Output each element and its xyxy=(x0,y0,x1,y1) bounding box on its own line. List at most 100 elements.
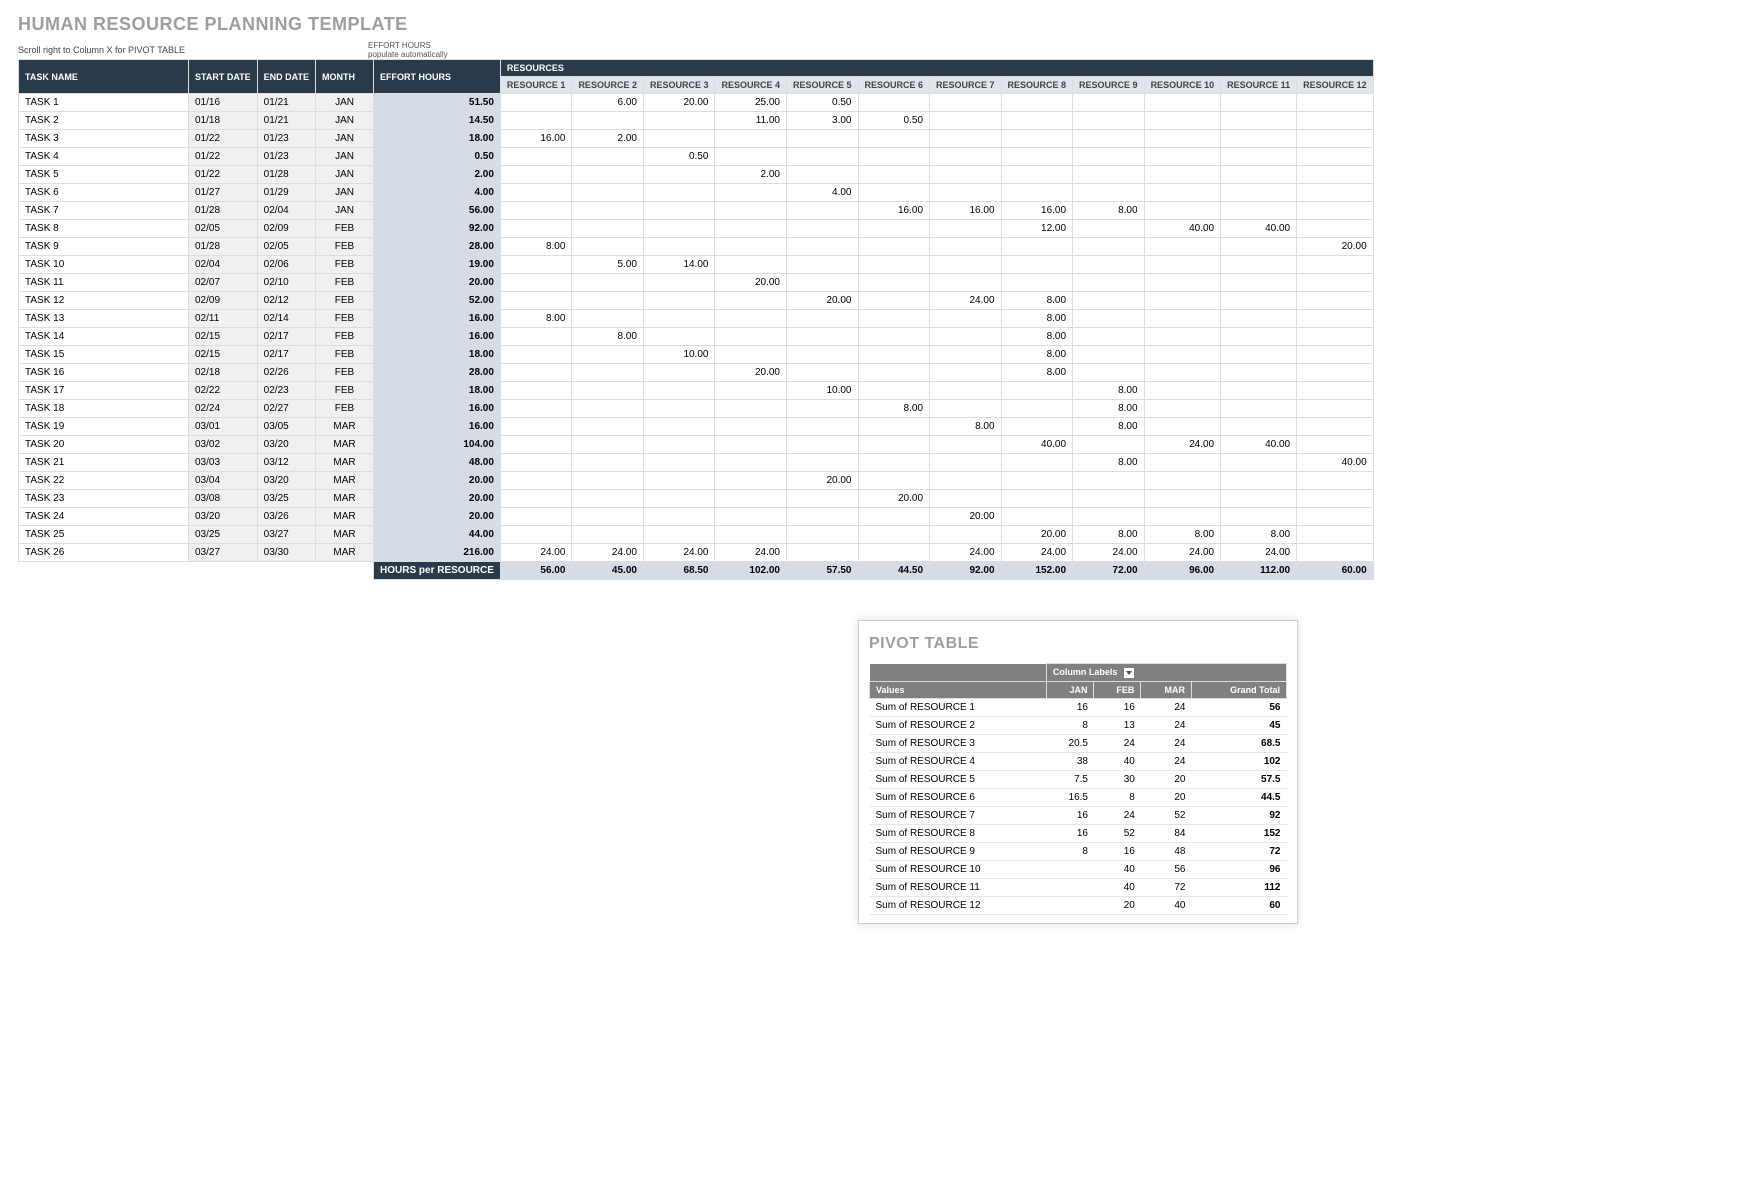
resource-cell[interactable] xyxy=(1221,112,1297,130)
month-cell[interactable]: MAR xyxy=(316,490,374,508)
end-date-cell[interactable]: 01/21 xyxy=(257,112,315,130)
resource-cell[interactable]: 8.00 xyxy=(1001,364,1073,382)
resource-cell[interactable] xyxy=(643,472,715,490)
task-name-cell[interactable]: TASK 10 xyxy=(19,256,189,274)
resource-cell[interactable] xyxy=(858,256,930,274)
resource-cell[interactable] xyxy=(1073,490,1145,508)
start-date-cell[interactable]: 02/24 xyxy=(189,400,258,418)
end-date-cell[interactable]: 02/14 xyxy=(257,310,315,328)
resource-cell[interactable] xyxy=(1144,328,1221,346)
month-cell[interactable]: JAN xyxy=(316,112,374,130)
resource-cell[interactable] xyxy=(1001,274,1073,292)
resource-cell[interactable]: 24.00 xyxy=(1221,544,1297,562)
resource-cell[interactable] xyxy=(1221,130,1297,148)
month-cell[interactable]: MAR xyxy=(316,526,374,544)
resource-cell[interactable] xyxy=(858,274,930,292)
resource-cell[interactable] xyxy=(1221,454,1297,472)
resource-cell[interactable] xyxy=(572,526,644,544)
task-name-cell[interactable]: TASK 11 xyxy=(19,274,189,292)
resource-cell[interactable] xyxy=(1297,112,1374,130)
resource-cell[interactable]: 12.00 xyxy=(1001,220,1073,238)
resource-cell[interactable] xyxy=(643,508,715,526)
resource-cell[interactable] xyxy=(1144,400,1221,418)
resource-cell[interactable] xyxy=(930,274,1002,292)
resource-cell[interactable]: 8.00 xyxy=(500,238,572,256)
month-cell[interactable]: JAN xyxy=(316,94,374,112)
resource-cell[interactable] xyxy=(500,202,572,220)
month-cell[interactable]: MAR xyxy=(316,472,374,490)
resource-cell[interactable] xyxy=(858,328,930,346)
resource-cell[interactable] xyxy=(1144,346,1221,364)
resource-cell[interactable] xyxy=(858,148,930,166)
resource-cell[interactable]: 8.00 xyxy=(1073,382,1145,400)
resource-cell[interactable]: 24.00 xyxy=(1144,436,1221,454)
resource-cell[interactable] xyxy=(1001,400,1073,418)
resource-cell[interactable] xyxy=(572,238,644,256)
resource-cell[interactable] xyxy=(1221,508,1297,526)
resource-cell[interactable] xyxy=(1144,112,1221,130)
resource-cell[interactable]: 20.00 xyxy=(715,274,787,292)
resource-cell[interactable]: 4.00 xyxy=(786,184,858,202)
resource-cell[interactable] xyxy=(643,382,715,400)
resource-cell[interactable] xyxy=(1297,526,1374,544)
resource-cell[interactable] xyxy=(1144,184,1221,202)
resource-cell[interactable]: 8.00 xyxy=(1073,454,1145,472)
resource-cell[interactable] xyxy=(1221,94,1297,112)
resource-cell[interactable] xyxy=(930,436,1002,454)
task-name-cell[interactable]: TASK 8 xyxy=(19,220,189,238)
resource-cell[interactable] xyxy=(858,292,930,310)
resource-cell[interactable] xyxy=(500,472,572,490)
start-date-cell[interactable]: 01/16 xyxy=(189,94,258,112)
resource-cell[interactable]: 20.00 xyxy=(786,472,858,490)
start-date-cell[interactable]: 01/28 xyxy=(189,238,258,256)
resource-cell[interactable] xyxy=(858,94,930,112)
month-cell[interactable]: MAR xyxy=(316,418,374,436)
resource-cell[interactable] xyxy=(786,454,858,472)
resource-cell[interactable] xyxy=(1073,238,1145,256)
resource-cell[interactable] xyxy=(643,436,715,454)
resource-cell[interactable]: 8.00 xyxy=(1001,310,1073,328)
start-date-cell[interactable]: 03/08 xyxy=(189,490,258,508)
start-date-cell[interactable]: 03/27 xyxy=(189,544,258,562)
resource-cell[interactable]: 24.00 xyxy=(930,544,1002,562)
resource-cell[interactable]: 0.50 xyxy=(786,94,858,112)
resource-cell[interactable] xyxy=(1221,184,1297,202)
task-name-cell[interactable]: TASK 20 xyxy=(19,436,189,454)
resource-cell[interactable] xyxy=(1221,274,1297,292)
task-name-cell[interactable]: TASK 6 xyxy=(19,184,189,202)
end-date-cell[interactable]: 02/05 xyxy=(257,238,315,256)
end-date-cell[interactable]: 02/17 xyxy=(257,328,315,346)
task-name-cell[interactable]: TASK 18 xyxy=(19,400,189,418)
resource-cell[interactable] xyxy=(1221,418,1297,436)
start-date-cell[interactable]: 03/03 xyxy=(189,454,258,472)
end-date-cell[interactable]: 01/21 xyxy=(257,94,315,112)
resource-cell[interactable] xyxy=(786,256,858,274)
resource-cell[interactable]: 40.00 xyxy=(1221,436,1297,454)
resource-cell[interactable] xyxy=(858,310,930,328)
resource-cell[interactable]: 20.00 xyxy=(643,94,715,112)
resource-cell[interactable] xyxy=(1073,112,1145,130)
resource-cell[interactable] xyxy=(715,256,787,274)
resource-cell[interactable] xyxy=(643,112,715,130)
end-date-cell[interactable]: 01/28 xyxy=(257,166,315,184)
resource-cell[interactable] xyxy=(643,490,715,508)
resource-cell[interactable] xyxy=(786,202,858,220)
resource-cell[interactable] xyxy=(572,292,644,310)
end-date-cell[interactable]: 03/26 xyxy=(257,508,315,526)
resource-cell[interactable]: 24.00 xyxy=(930,292,1002,310)
resource-cell[interactable] xyxy=(500,112,572,130)
resource-cell[interactable] xyxy=(858,544,930,562)
resource-cell[interactable] xyxy=(1144,490,1221,508)
resource-cell[interactable] xyxy=(1073,256,1145,274)
resource-cell[interactable] xyxy=(930,130,1002,148)
resource-cell[interactable] xyxy=(643,400,715,418)
resource-cell[interactable] xyxy=(715,382,787,400)
resource-cell[interactable] xyxy=(715,130,787,148)
resource-cell[interactable] xyxy=(715,526,787,544)
start-date-cell[interactable]: 02/15 xyxy=(189,346,258,364)
resource-cell[interactable] xyxy=(1144,418,1221,436)
resource-cell[interactable] xyxy=(1221,382,1297,400)
start-date-cell[interactable]: 02/22 xyxy=(189,382,258,400)
resource-cell[interactable] xyxy=(1297,148,1374,166)
start-date-cell[interactable]: 03/02 xyxy=(189,436,258,454)
